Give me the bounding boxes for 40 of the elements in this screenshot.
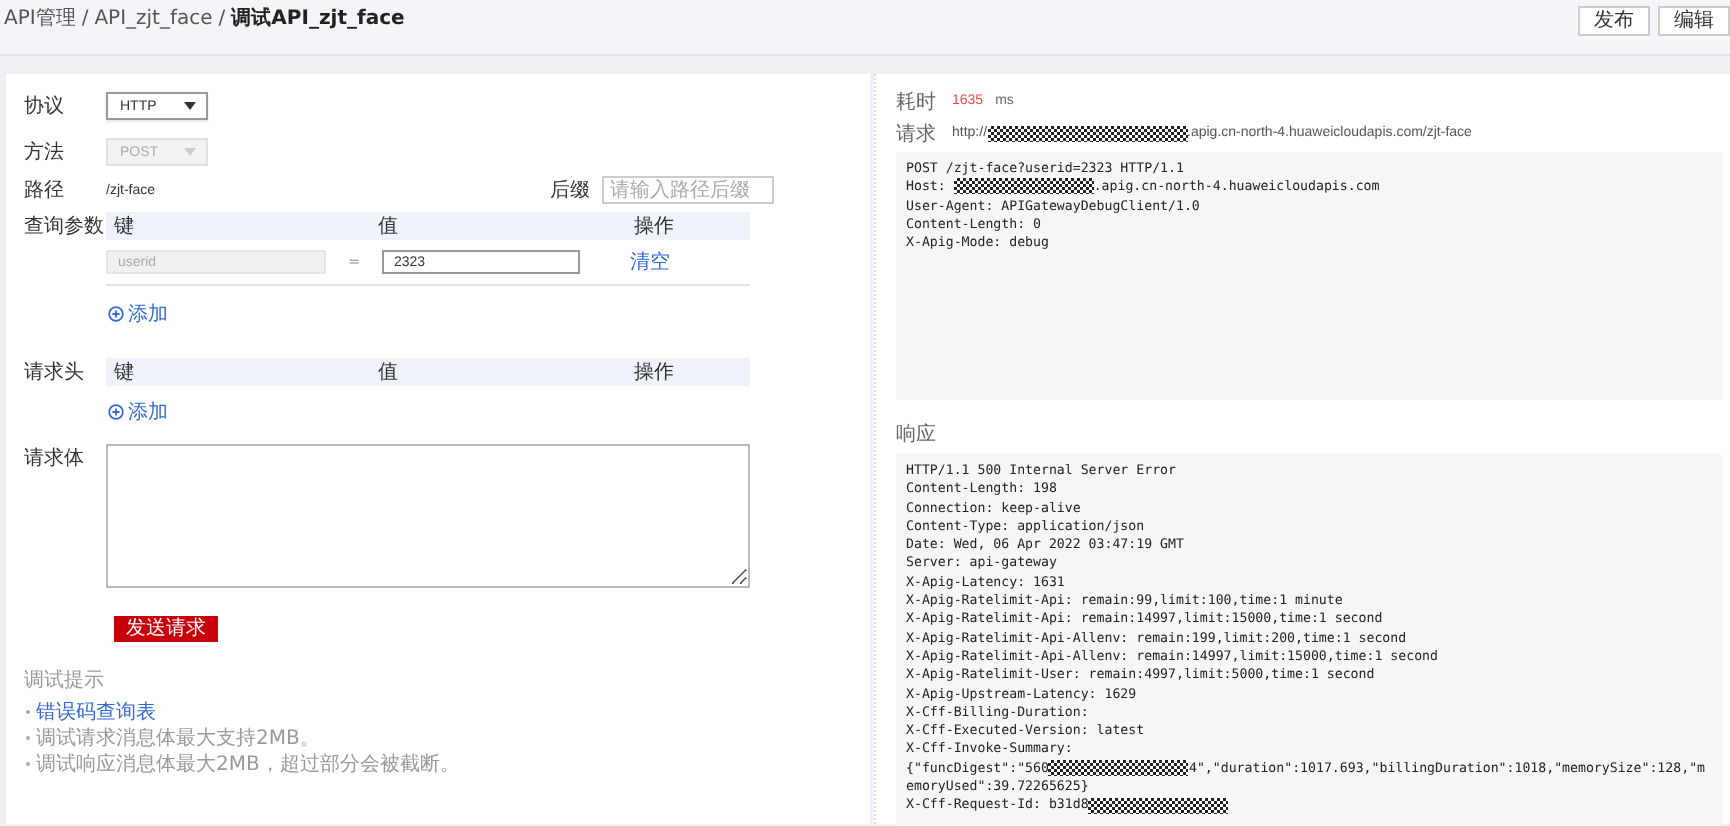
request-label: 请求 [896,121,936,147]
tip-text: 调试请求消息体最大支持2MB。 [36,725,320,751]
breadcrumb-link[interactable]: API_zjt_face [94,7,213,29]
field-label: 方法 [24,139,66,166]
redaction-block [1048,759,1189,776]
column-header: 值 [376,214,400,240]
field-label: 协议 [24,93,66,120]
field-label: 查询参数 [24,213,106,240]
field-label: 后缀 [550,177,590,204]
field-label: 路径 [24,178,66,204]
request-body-input[interactable] [106,444,750,588]
header-button[interactable]: 发布 [1578,6,1650,36]
add-button[interactable]: 添加 [108,398,168,426]
redaction-block [1088,797,1229,814]
header-button[interactable]: 编辑 [1658,6,1730,36]
breadcrumb-link[interactable]: API管理 [4,4,76,32]
redaction-block [953,178,1094,195]
response-label: 响应 [896,421,938,448]
column-header: 键 [112,359,136,386]
breadcrumb-separator: / [81,7,89,29]
column-header: 操作 [634,360,674,386]
caret-icon [184,102,196,110]
caret-icon [184,148,196,156]
clear-link[interactable]: 清空 [630,248,670,276]
add-icon [108,404,124,420]
send-request-button[interactable]: 发送请求 [114,616,218,642]
breadcrumb-current: 调试API_zjt_face [231,5,405,32]
breadcrumb-separator: / [218,7,226,29]
tip-text: 调试响应消息体最大2MB，超过部分会被截断。 [36,751,460,777]
add-button[interactable]: 添加 [108,300,168,328]
field-label: 请求体 [24,445,86,472]
duration-label: 耗时 [896,89,936,115]
tips-title: 调试提示 [24,667,106,694]
column-header: 值 [376,360,400,386]
column-header: 键 [112,213,136,240]
field-label: 请求头 [24,359,86,386]
error-code-link[interactable]: 错误码查询表 [36,697,156,725]
column-header: 操作 [634,214,674,240]
suffix-input[interactable]: 请输入路径后缀 [602,176,774,204]
add-icon [108,306,124,322]
